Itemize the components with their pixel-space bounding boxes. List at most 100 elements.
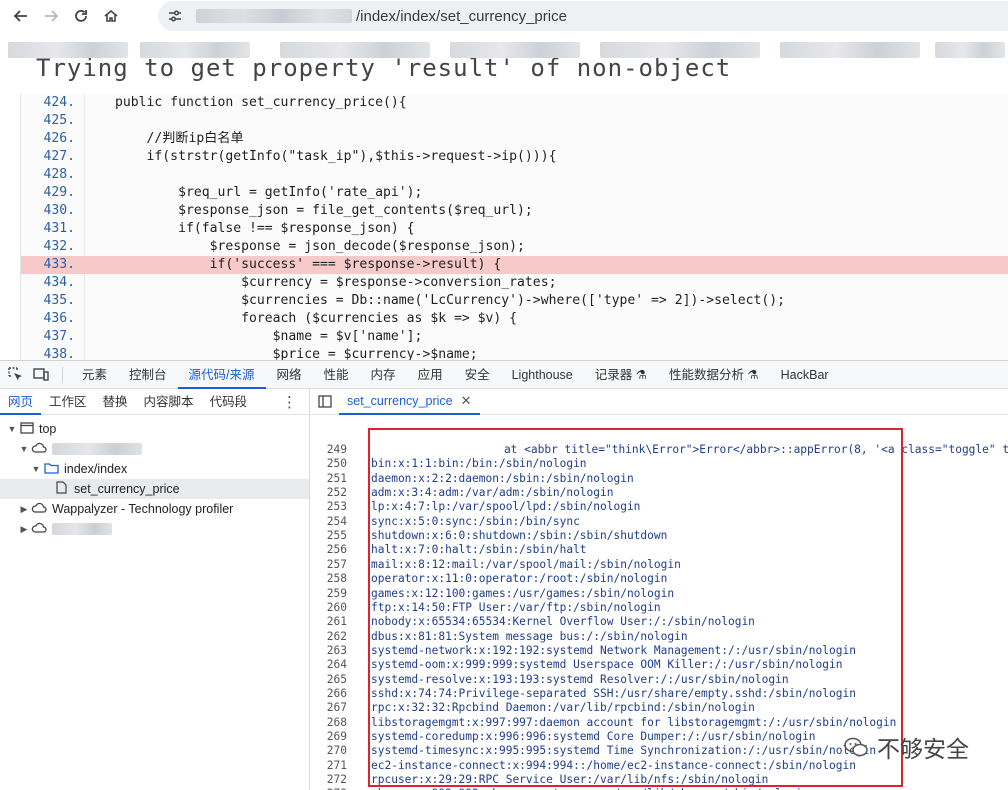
redacted-bookmark[interactable] bbox=[8, 42, 128, 58]
source-line[interactable]: 261 nobody:x:65534:65534:Kernel Overflow … bbox=[311, 615, 1008, 629]
navigator-tab[interactable]: 内容脚本 bbox=[136, 389, 202, 415]
source-line-text: bin:x:1:1:bin:/bin:/sbin/nologin bbox=[371, 457, 587, 471]
redacted-bookmark[interactable] bbox=[450, 42, 580, 58]
close-icon[interactable]: ✕ bbox=[461, 388, 472, 414]
navigator-tab[interactable]: 工作区 bbox=[41, 389, 95, 415]
source-line-number[interactable]: 253 bbox=[311, 500, 347, 514]
devtools-tab[interactable]: 元素 bbox=[71, 361, 118, 389]
source-line[interactable]: 252 adm:x:3:4:adm:/var/adm:/sbin/nologin bbox=[311, 486, 1008, 500]
more-options-icon[interactable]: ⋮ bbox=[282, 393, 297, 411]
source-line-number[interactable]: 268 bbox=[311, 716, 347, 730]
back-icon[interactable] bbox=[6, 1, 36, 31]
tree-top-label: top bbox=[39, 422, 57, 436]
device-toolbar-icon[interactable] bbox=[28, 361, 54, 389]
source-line-number[interactable]: 261 bbox=[311, 615, 347, 629]
source-line-number[interactable]: 267 bbox=[311, 701, 347, 715]
source-line-number[interactable]: 249 bbox=[311, 443, 347, 457]
source-line-number[interactable]: 251 bbox=[311, 472, 347, 486]
source-line[interactable]: 268 libstoragemgmt:x:997:997:daemon accou… bbox=[311, 716, 1008, 730]
source-line[interactable]: 266 sshd:x:74:74:Privilege-separated SSH:… bbox=[311, 687, 1008, 701]
devtools-tab[interactable]: 安全 bbox=[454, 361, 501, 389]
devtools-tab[interactable]: 应用 bbox=[407, 361, 454, 389]
devtools-tab[interactable]: HackBar bbox=[770, 361, 840, 389]
source-line-number[interactable]: 257 bbox=[311, 558, 347, 572]
redacted-bookmark[interactable] bbox=[600, 42, 760, 58]
source-line[interactable]: 250 bin:x:1:1:bin:/bin:/sbin/nologin bbox=[311, 457, 1008, 471]
source-line-number[interactable]: 262 bbox=[311, 630, 347, 644]
tree-other-origin[interactable]: ▶ bbox=[0, 519, 309, 539]
source-line[interactable]: 264 systemd-oom:x:999:999:systemd Userspa… bbox=[311, 658, 1008, 672]
source-line-number[interactable]: 260 bbox=[311, 601, 347, 615]
source-line[interactable]: 253 lp:x:4:7:lp:/var/spool/lpd:/sbin/nolo… bbox=[311, 500, 1008, 514]
redacted-bookmark[interactable] bbox=[140, 42, 250, 58]
devtools-tab[interactable]: 记录器 ⚗ bbox=[584, 361, 658, 389]
source-line[interactable]: 265 systemd-resolve:x:193:193:systemd Res… bbox=[311, 673, 1008, 687]
devtools-tab[interactable]: Lighthouse bbox=[501, 361, 584, 389]
source-line[interactable]: 249 at <abbr title="think\Error">Error</… bbox=[311, 443, 1008, 457]
devtools-tab[interactable]: 控制台 bbox=[118, 361, 178, 389]
redacted-bookmark[interactable] bbox=[780, 42, 920, 58]
source-line-number[interactable]: 256 bbox=[311, 543, 347, 557]
source-line-number[interactable]: 263 bbox=[311, 644, 347, 658]
source-line-number[interactable]: 270 bbox=[311, 744, 347, 758]
source-line-number[interactable]: 254 bbox=[311, 515, 347, 529]
source-line[interactable]: 263 systemd-network:x:192:192:systemd Net… bbox=[311, 644, 1008, 658]
source-line[interactable]: 257 mail:x:8:12:mail:/var/spool/mail:/sbi… bbox=[311, 558, 1008, 572]
source-line[interactable]: 258 operator:x:11:0:operator:/root:/sbin/… bbox=[311, 572, 1008, 586]
redacted-bookmark[interactable] bbox=[280, 42, 430, 58]
expand-arrow-icon[interactable]: ▼ bbox=[30, 464, 42, 474]
source-line[interactable]: 260 ftp:x:14:50:FTP User:/var/ftp:/sbin/n… bbox=[311, 601, 1008, 615]
navigator-tab[interactable]: 替换 bbox=[95, 389, 136, 415]
source-line-number[interactable]: 250 bbox=[311, 457, 347, 471]
source-line[interactable]: 256 halt:x:7:0:halt:/sbin:/sbin/halt bbox=[311, 543, 1008, 557]
reload-icon[interactable] bbox=[66, 1, 96, 31]
collapse-arrow-icon[interactable]: ▶ bbox=[18, 524, 30, 535]
source-line-text: sshd:x:74:74:Privilege-separated SSH:/us… bbox=[371, 686, 856, 700]
code-text: $req_url = getInfo('rate_api'); bbox=[115, 185, 423, 200]
site-settings-icon[interactable] bbox=[160, 1, 190, 31]
tree-origin[interactable]: ▼ bbox=[0, 439, 309, 459]
redacted-bookmark[interactable] bbox=[935, 42, 1005, 58]
address-bar[interactable]: /index/index/set_currency_price bbox=[158, 1, 1008, 31]
source-line[interactable]: 272 rpcuser:x:29:29:RPC Service User:/var… bbox=[311, 773, 1008, 787]
expand-arrow-icon[interactable]: ▼ bbox=[18, 444, 30, 454]
editor-tab-file[interactable]: set_currency_price ✕ bbox=[339, 389, 480, 415]
devtools-tab[interactable]: 源代码/来源 bbox=[177, 361, 266, 389]
source-line[interactable]: 259 games:x:12:100:games:/usr/games:/sbin… bbox=[311, 587, 1008, 601]
code-text: $currency = $response->conversion_rates; bbox=[115, 275, 557, 290]
source-line-number[interactable]: 271 bbox=[311, 759, 347, 773]
tree-file-selected[interactable]: set_currency_price bbox=[0, 479, 309, 499]
editor-tabs: set_currency_price ✕ bbox=[311, 389, 1008, 415]
forward-icon[interactable] bbox=[36, 1, 66, 31]
source-line[interactable]: 262 dbus:x:81:81:System message bus:/:/sb… bbox=[311, 630, 1008, 644]
tree-top-frame[interactable]: ▼ top bbox=[0, 419, 309, 439]
source-line-number[interactable]: 264 bbox=[311, 658, 347, 672]
devtools-tab[interactable]: 网络 bbox=[266, 361, 313, 389]
source-line[interactable]: 251 daemon:x:2:2:daemon:/sbin:/sbin/nolog… bbox=[311, 472, 1008, 486]
tree-extension[interactable]: ▶ Wappalyzer - Technology profiler bbox=[0, 499, 309, 519]
source-line-number[interactable]: 259 bbox=[311, 587, 347, 601]
source-line[interactable]: 267 rpc:x:32:32:Rpcbind Daemon:/var/lib/r… bbox=[311, 701, 1008, 715]
source-line[interactable]: 255 shutdown:x:6:0:shutdown:/sbin:/sbin/s… bbox=[311, 529, 1008, 543]
source-line-number[interactable]: 252 bbox=[311, 486, 347, 500]
inspect-element-icon[interactable] bbox=[2, 361, 28, 389]
navigator-tab[interactable]: 网页 bbox=[0, 389, 42, 415]
devtools-tab[interactable]: 内存 bbox=[360, 361, 407, 389]
collapse-arrow-icon[interactable]: ▶ bbox=[18, 504, 30, 515]
navigator-tab[interactable]: 代码段 bbox=[202, 389, 256, 415]
source-line-number[interactable]: 269 bbox=[311, 730, 347, 744]
toggle-navigator-icon[interactable] bbox=[311, 389, 339, 415]
source-line[interactable]: 254 sync:x:5:0:sync:/sbin:/bin/sync bbox=[311, 515, 1008, 529]
source-line-number[interactable]: 266 bbox=[311, 687, 347, 701]
code-line: 437. $name = $v['name']; bbox=[21, 328, 1008, 346]
devtools-tab[interactable]: 性能数据分析 ⚗ bbox=[658, 361, 770, 389]
source-line-text: systemd-network:x:192:192:systemd Networ… bbox=[371, 643, 856, 657]
tree-folder[interactable]: ▼ index/index bbox=[0, 459, 309, 479]
expand-arrow-icon[interactable]: ▼ bbox=[6, 424, 18, 434]
home-icon[interactable] bbox=[96, 1, 126, 31]
source-line-number[interactable]: 258 bbox=[311, 572, 347, 586]
source-line-number[interactable]: 255 bbox=[311, 529, 347, 543]
devtools-tab[interactable]: 性能 bbox=[313, 361, 360, 389]
source-line-number[interactable]: 265 bbox=[311, 673, 347, 687]
source-line-number[interactable]: 272 bbox=[311, 773, 347, 787]
